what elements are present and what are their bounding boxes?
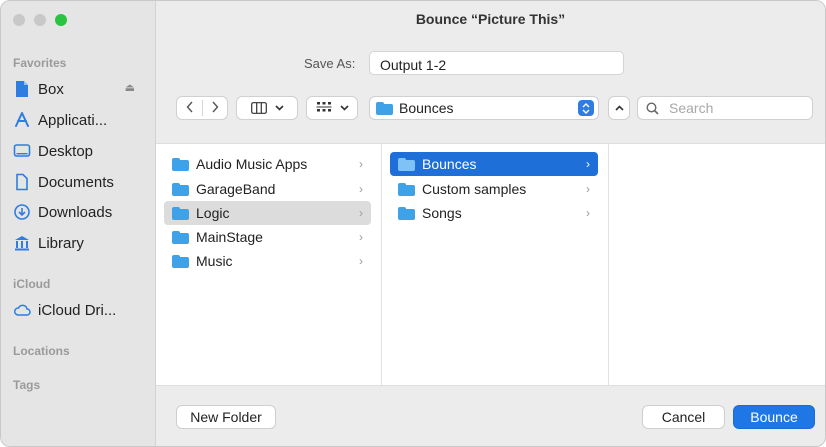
sidebar-item-desktop[interactable]: Desktop <box>9 138 149 164</box>
folder-name: Music <box>196 253 233 269</box>
folder-row-garageband[interactable]: GarageBand › <box>164 177 371 201</box>
chevron-right-icon: › <box>359 254 363 268</box>
save-as-label: Save As: <box>304 56 356 71</box>
bottom-bar: New Folder Cancel Bounce <box>156 405 825 433</box>
chevron-right-icon <box>211 101 218 112</box>
popup-stepper-icon <box>578 100 594 116</box>
group-by-button[interactable] <box>306 96 358 120</box>
forward-button[interactable] <box>203 101 227 116</box>
folder-name: Bounces <box>422 156 477 172</box>
chevron-right-icon: › <box>359 157 363 171</box>
folder-icon <box>172 157 189 171</box>
browser-column-2: Bounces › Custom samples › Songs › <box>382 144 609 385</box>
folder-row-mainstage[interactable]: MainStage › <box>164 225 371 249</box>
sidebar-item-label: Downloads <box>38 203 113 221</box>
sidebar-item-downloads[interactable]: Downloads <box>9 199 149 225</box>
folder-icon <box>398 206 415 220</box>
folder-name: GarageBand <box>196 181 276 197</box>
cancel-button[interactable]: Cancel <box>642 405 725 429</box>
sidebar-item-label: Documents <box>38 173 114 191</box>
sidebar-item-library[interactable]: Library <box>9 230 149 256</box>
search-field[interactable] <box>637 96 813 120</box>
back-button[interactable] <box>178 101 202 116</box>
browser-column-1: Audio Music Apps › GarageBand › Logic › … <box>156 144 382 385</box>
search-input[interactable] <box>667 99 801 117</box>
folder-name: Songs <box>422 205 462 221</box>
save-dialog-window: Favorites Box ⏏ Applicati... Desktop Doc… <box>0 0 826 447</box>
close-window-button[interactable] <box>13 14 25 26</box>
browser-column-3 <box>609 144 825 385</box>
sidebar-item-icloud-drive[interactable]: iCloud Dri... <box>9 297 149 323</box>
bounce-button[interactable]: Bounce <box>733 405 815 429</box>
folder-icon <box>376 101 393 115</box>
chevron-down-icon <box>274 105 284 111</box>
folder-icon <box>398 182 415 196</box>
sidebar-item-box[interactable]: Box ⏏ <box>9 76 149 102</box>
folder-name: Logic <box>196 205 230 221</box>
library-icon <box>13 234 31 252</box>
folder-row-audio-music-apps[interactable]: Audio Music Apps › <box>164 152 371 176</box>
chevron-left-icon <box>186 101 193 112</box>
grid-icon <box>316 102 331 112</box>
sidebar-header-locations: Locations <box>13 344 70 358</box>
sidebar-item-label: Box <box>38 80 64 98</box>
chevron-right-icon: › <box>359 230 363 244</box>
documents-icon <box>13 173 31 191</box>
sidebar-item-label: Applicati... <box>38 111 108 129</box>
sidebar-item-label: Desktop <box>38 142 94 160</box>
new-folder-button[interactable]: New Folder <box>176 405 276 429</box>
chevron-right-icon: › <box>586 157 590 171</box>
sidebar: Favorites Box ⏏ Applicati... Desktop Doc… <box>1 1 156 446</box>
folder-row-custom-samples[interactable]: Custom samples › <box>390 177 598 201</box>
sidebar-header-favorites: Favorites <box>13 56 67 70</box>
folder-name: Audio Music Apps <box>196 156 308 172</box>
sidebar-header-icloud: iCloud <box>13 277 51 291</box>
chevron-right-icon: › <box>586 182 590 196</box>
folder-icon <box>172 182 189 196</box>
folder-row-bounces[interactable]: Bounces › <box>390 152 598 176</box>
chevron-down-icon <box>339 105 349 111</box>
toolbar: Bounces <box>156 96 825 122</box>
folder-name: Custom samples <box>422 181 527 197</box>
folder-icon <box>398 157 415 171</box>
applications-icon <box>13 111 31 129</box>
cloud-icon <box>13 301 31 319</box>
sidebar-item-documents[interactable]: Documents <box>9 169 149 195</box>
sidebar-item-label: Library <box>38 234 84 252</box>
minimize-window-button[interactable] <box>34 14 46 26</box>
folder-row-songs[interactable]: Songs › <box>390 201 598 225</box>
location-popup-label: Bounces <box>399 100 454 116</box>
sidebar-item-label: iCloud Dri... <box>38 301 117 319</box>
desktop-icon <box>13 142 31 160</box>
file-browser: Audio Music Apps › GarageBand › Logic › … <box>156 143 825 386</box>
location-popup[interactable]: Bounces <box>369 96 599 120</box>
sidebar-item-applications[interactable]: Applicati... <box>9 107 149 133</box>
columns-view-icon <box>250 102 267 114</box>
view-mode-button[interactable] <box>236 96 298 120</box>
search-icon <box>646 101 659 115</box>
sidebar-header-tags: Tags <box>13 378 41 392</box>
folder-row-logic[interactable]: Logic › <box>164 201 371 225</box>
folder-icon <box>172 254 189 268</box>
save-as-input[interactable] <box>369 51 624 75</box>
folder-icon <box>172 230 189 244</box>
downloads-icon <box>13 203 31 221</box>
back-forward-control <box>176 96 228 120</box>
eject-icon[interactable]: ⏏ <box>125 81 135 94</box>
zoom-window-button[interactable] <box>55 14 67 26</box>
window-controls <box>13 14 67 26</box>
chevron-right-icon: › <box>586 206 590 220</box>
chevron-right-icon: › <box>359 182 363 196</box>
chevron-up-icon <box>614 105 624 111</box>
document-icon <box>13 80 31 98</box>
window-title: Bounce “Picture This” <box>156 1 825 37</box>
save-as-row: Save As: <box>156 51 825 77</box>
folder-row-music[interactable]: Music › <box>164 249 371 273</box>
chevron-right-icon: › <box>359 206 363 220</box>
folder-icon <box>172 206 189 220</box>
collapse-button[interactable] <box>608 96 630 120</box>
folder-name: MainStage <box>196 229 263 245</box>
